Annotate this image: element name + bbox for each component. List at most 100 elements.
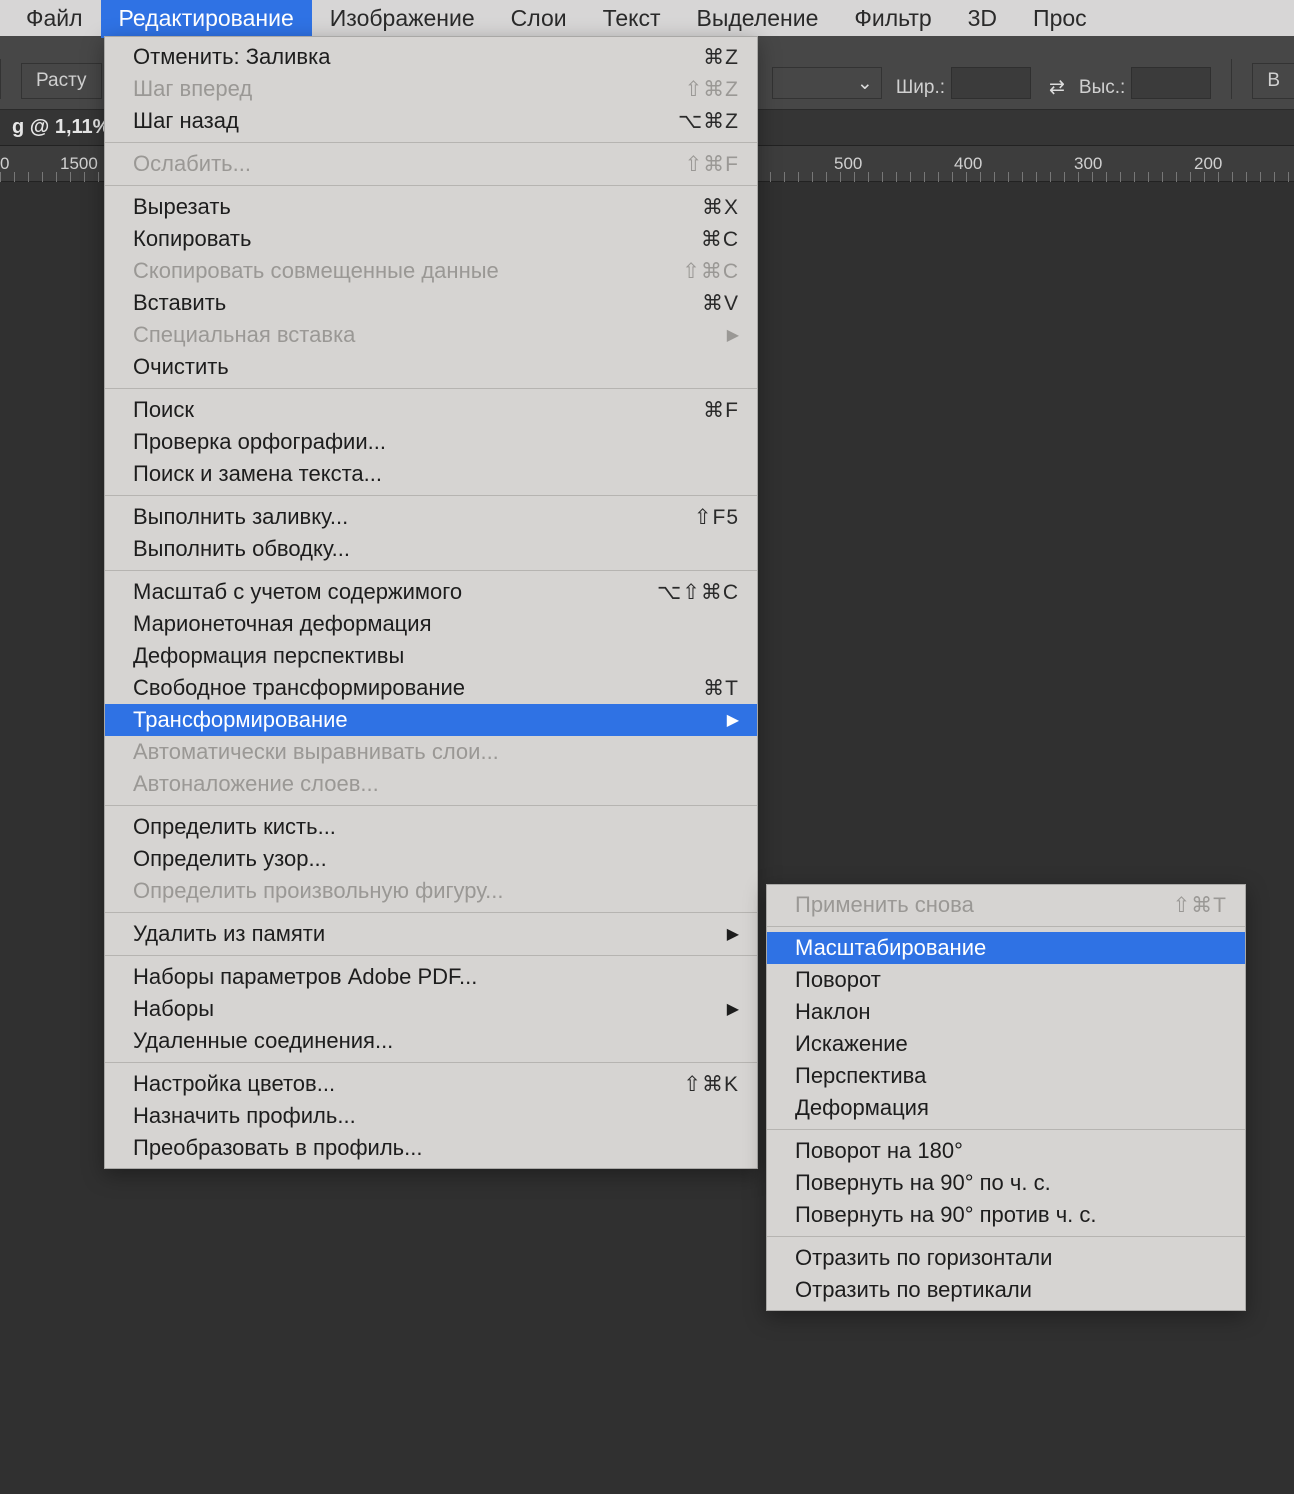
edit-menu-item[interactable]: Удалить из памяти▶ — [105, 918, 757, 950]
menu-image[interactable]: Изображение — [312, 0, 493, 38]
menu-shortcut: ⌘C — [701, 227, 739, 252]
edit-menu-item[interactable]: Наборы ▶ — [105, 993, 757, 1025]
transform-menu-item[interactable]: Поворот — [767, 964, 1245, 996]
menu-select[interactable]: Выделение — [679, 0, 837, 38]
transform-menu-item[interactable]: Отразить по горизонтали — [767, 1242, 1245, 1274]
edit-menu-item[interactable]: Настройка цветов... ⇧⌘K — [105, 1068, 757, 1100]
menu-text[interactable]: Текст — [585, 0, 679, 38]
app-menubar: Файл Редактирование Изображение Слои Тек… — [0, 0, 1294, 36]
transform-menu-item[interactable]: Повернуть на 90° по ч. с. — [767, 1167, 1245, 1199]
edit-menu-item[interactable]: Вставить ⌘V — [105, 287, 757, 319]
edit-menu-item[interactable]: Трансформирование ▶ — [105, 704, 757, 736]
menu-item-label: Деформация перспективы — [133, 643, 739, 669]
transform-menu-item[interactable]: Повернуть на 90° против ч. с. — [767, 1199, 1245, 1231]
chevron-down-icon: ⌄ — [857, 72, 873, 95]
menu-file[interactable]: Файл — [8, 0, 101, 38]
menu-item-label: Преобразовать в профиль... — [133, 1135, 739, 1161]
ruler-tick: 200 — [1194, 154, 1294, 174]
menu-shortcut: ⌘F — [703, 398, 739, 423]
edit-menu-item: Автоматически выравнивать слои... — [105, 736, 757, 768]
height-input[interactable] — [1131, 67, 1211, 99]
edit-menu-item[interactable]: Определить кисть... — [105, 811, 757, 843]
edit-menu-item[interactable]: Наборы параметров Adobe PDF... — [105, 961, 757, 993]
menu-item-label: Выполнить обводку... — [133, 536, 739, 562]
edit-menu-item[interactable]: Поиск и замена текста... — [105, 458, 757, 490]
transform-menu-item[interactable]: Наклон — [767, 996, 1245, 1028]
swap-icon[interactable]: ⇄ — [1049, 76, 1065, 99]
edit-menu-item[interactable]: Проверка орфографии... — [105, 426, 757, 458]
submenu-arrow-icon: ▶ — [727, 710, 739, 730]
menu-edit[interactable]: Редактирование — [101, 0, 312, 38]
edit-menu-item[interactable]: Выполнить заливку...⇧F5 — [105, 501, 757, 533]
menu-layers[interactable]: Слои — [493, 0, 585, 38]
feather-button[interactable]: Расту — [21, 63, 102, 99]
width-input[interactable] — [951, 67, 1031, 99]
document-tab[interactable]: g @ 1,11% — [12, 116, 110, 139]
edit-menu-item[interactable]: Очистить — [105, 351, 757, 383]
menu-item-label: Повернуть на 90° по ч. с. — [795, 1170, 1227, 1196]
menu-item-label: Вставить — [133, 290, 672, 316]
menu-item-label: Масштабирование — [795, 935, 1227, 961]
menu-item-label: Автоматически выравнивать слои... — [133, 739, 739, 765]
menu-item-label: Проверка орфографии... — [133, 429, 739, 455]
menu-shortcut: ⌥⌘Z — [678, 109, 739, 134]
menu-item-label: Автоналожение слоев... — [133, 771, 739, 797]
edit-menu-item[interactable]: Назначить профиль... — [105, 1100, 757, 1132]
menu-item-label: Определить кисть... — [133, 814, 739, 840]
menu-item-label: Настройка цветов... — [133, 1071, 653, 1097]
edit-menu-item[interactable]: Марионеточная деформация — [105, 608, 757, 640]
menu-item-label: Поиск — [133, 397, 673, 423]
edit-menu-item[interactable]: Масштаб с учетом содержимого ⌥⇧⌘C — [105, 576, 757, 608]
menu-item-label: Удаленные соединения... — [133, 1028, 739, 1054]
edit-menu-item[interactable]: Свободное трансформирование⌘T — [105, 672, 757, 704]
menu-item-label: Отразить по горизонтали — [795, 1245, 1227, 1271]
menu-item-label: Вырезать — [133, 194, 672, 220]
toolbar-right-button[interactable]: В — [1252, 63, 1294, 99]
transform-menu-item[interactable]: Отразить по вертикали — [767, 1274, 1245, 1306]
edit-menu-item[interactable]: Шаг назад⌥⌘Z — [105, 105, 757, 137]
edit-menu-item: Шаг вперед⇧⌘Z — [105, 73, 757, 105]
menu-item-label: Масштаб с учетом содержимого — [133, 579, 627, 605]
transform-submenu: Применить снова⇧⌘TМасштабированиеПоворот… — [766, 884, 1246, 1311]
menu-item-label: Наборы — [133, 996, 717, 1022]
edit-menu-item[interactable]: Копировать⌘C — [105, 223, 757, 255]
edit-menu-item[interactable]: Определить узор... — [105, 843, 757, 875]
toolbar-select[interactable]: ⌄ — [772, 67, 882, 99]
height-label: Выс.: — [1079, 77, 1125, 99]
submenu-arrow-icon: ▶ — [727, 924, 739, 944]
menu-separator — [105, 805, 757, 806]
menu-item-label: Отразить по вертикали — [795, 1277, 1227, 1303]
menu-item-label: Определить произвольную фигуру... — [133, 878, 739, 904]
edit-menu-item[interactable]: Деформация перспективы — [105, 640, 757, 672]
menu-item-label: Поворот — [795, 967, 1227, 993]
menu-item-label: Трансформирование — [133, 707, 717, 733]
edit-menu-item[interactable]: Удаленные соединения... — [105, 1025, 757, 1057]
menu-item-label: Специальная вставка — [133, 322, 717, 348]
transform-menu-item[interactable]: Искажение — [767, 1028, 1245, 1060]
menu-shortcut: ⌥⇧⌘C — [657, 580, 739, 605]
menu-shortcut: ⌘T — [703, 676, 739, 701]
menu-view[interactable]: Прос — [1015, 0, 1105, 38]
submenu-arrow-icon: ▶ — [727, 999, 739, 1019]
menu-item-label: Поиск и замена текста... — [133, 461, 739, 487]
menu-3d[interactable]: 3D — [950, 0, 1015, 38]
toolbar-divider — [1231, 59, 1232, 99]
menu-filter[interactable]: Фильтр — [836, 0, 949, 38]
menu-item-label: Отменить: Заливка — [133, 44, 673, 70]
transform-menu-item[interactable]: Поворот на 180° — [767, 1135, 1245, 1167]
transform-menu-item[interactable]: Перспектива — [767, 1060, 1245, 1092]
menu-separator — [105, 388, 757, 389]
menu-item-label: Очистить — [133, 354, 739, 380]
transform-menu-item[interactable]: Деформация — [767, 1092, 1245, 1124]
menu-item-label: Скопировать совмещенные данные — [133, 258, 652, 284]
transform-menu-item[interactable]: Масштабирование — [767, 932, 1245, 964]
edit-menu-item[interactable]: Вырезать⌘X — [105, 191, 757, 223]
menu-item-label: Выполнить заливку... — [133, 504, 664, 530]
menu-item-label: Шаг вперед — [133, 76, 655, 102]
edit-menu-item[interactable]: Преобразовать в профиль... — [105, 1132, 757, 1164]
edit-menu-item[interactable]: Поиск ⌘F — [105, 394, 757, 426]
edit-menu-item[interactable]: Отменить: Заливка⌘Z — [105, 41, 757, 73]
edit-menu-item[interactable]: Выполнить обводку... — [105, 533, 757, 565]
menu-shortcut: ⌘V — [702, 291, 739, 316]
menu-shortcut: ⇧⌘K — [683, 1072, 739, 1097]
